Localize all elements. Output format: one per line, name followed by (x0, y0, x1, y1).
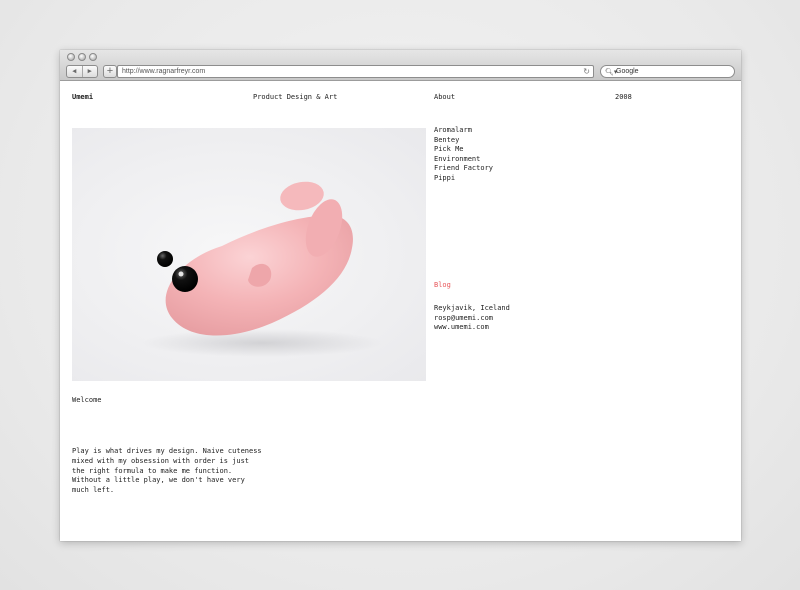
website-link[interactable]: www.umemi.com (434, 323, 510, 333)
add-bookmark-button[interactable]: + (103, 65, 117, 78)
browser-window: ◀ ▶ + http://www.ragnarfreyr.com ↻ 🔍︎▾ G… (60, 50, 741, 541)
browser-toolbar: ◀ ▶ + http://www.ragnarfreyr.com ↻ 🔍︎▾ G… (60, 50, 741, 81)
project-list: Aromalarm Bentey Pick Me Environment Fri… (434, 126, 493, 184)
search-input[interactable]: 🔍︎▾ Google (600, 65, 735, 78)
email-link[interactable]: rosp@umemi.com (434, 314, 510, 324)
brand-logo[interactable]: Umemi (72, 93, 93, 103)
url-text: http://www.ragnarfreyr.com (122, 68, 206, 75)
tagline: Product Design & Art (253, 93, 338, 101)
forward-icon[interactable]: ▶ (81, 66, 98, 77)
blog-link[interactable]: Blog (434, 281, 451, 291)
pink-toy-figure (142, 181, 382, 357)
project-link[interactable]: Bentey (434, 136, 493, 146)
search-placeholder: Google (616, 68, 639, 75)
back-icon[interactable]: ◀ (67, 66, 82, 77)
about-link[interactable]: About (434, 93, 455, 103)
welcome-heading: Welcome (72, 396, 102, 404)
hero-image (72, 128, 426, 381)
address-bar[interactable]: http://www.ragnarfreyr.com ↻ (117, 65, 594, 78)
window-zoom-button[interactable] (89, 53, 97, 61)
project-link[interactable]: Pippi (434, 174, 493, 184)
window-close-button[interactable] (67, 53, 75, 61)
project-link[interactable]: Aromalarm (434, 126, 493, 136)
contact-info: Reykjavik, Iceland rosp@umemi.com www.um… (434, 304, 510, 333)
project-link[interactable]: Environment (434, 155, 493, 165)
window-minimize-button[interactable] (78, 53, 86, 61)
project-link[interactable]: Friend Factory (434, 164, 493, 174)
year-label: 2008 (615, 93, 632, 101)
reload-icon[interactable]: ↻ (583, 66, 590, 77)
project-link[interactable]: Pick Me (434, 145, 493, 155)
location-text: Reykjavik, Iceland (434, 304, 510, 312)
intro-paragraph: Play is what drives my design. Naive cut… (72, 447, 262, 495)
history-nav: ◀ ▶ (66, 65, 98, 78)
page-content: Umemi Product Design & Art About 2008 Ar… (60, 82, 741, 541)
